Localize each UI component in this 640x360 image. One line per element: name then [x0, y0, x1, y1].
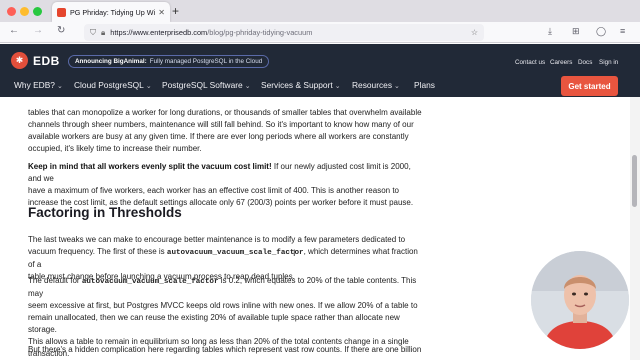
nav-postgresql-software[interactable]: PostgreSQL Software ⌄	[162, 80, 251, 90]
chevron-down-icon: ⌄	[56, 83, 63, 90]
new-tab-icon[interactable]: +	[172, 4, 179, 18]
shield-icon: ⛉	[90, 27, 96, 37]
close-tab-icon[interactable]: ✕	[158, 8, 165, 17]
docs-link[interactable]: Docs	[578, 59, 592, 66]
text-line: channels through sheer numbers, maintena…	[28, 120, 414, 129]
text-line: The last tweaks we can make to encourage…	[28, 235, 406, 244]
text-cursor-icon: I	[293, 248, 296, 258]
tab-title: PG Phriday: Tidying Up With VAC	[70, 7, 156, 17]
url-path: /blog/pg-phriday-tidying-vacuum	[207, 28, 313, 37]
logo-text: EDB	[33, 53, 60, 68]
account-icon[interactable]: ◯	[596, 26, 606, 37]
nav-services-support[interactable]: Services & Support ⌄	[261, 80, 341, 90]
text-line: Keep in mind that all workers evenly spl…	[28, 161, 424, 185]
browser-titlebar: PG Phriday: Tidying Up With VAC ✕ +	[0, 0, 640, 22]
edb-logo-icon: ✱	[11, 52, 28, 69]
chevron-down-icon: ⌄	[394, 83, 400, 90]
browser-toolbar: ← → ↻ ⛉ 🔒︎ https://www.enterprisedb.com /…	[0, 22, 640, 43]
url-host: https://www.enterprisedb.com	[110, 28, 208, 37]
nav-label: Plans	[414, 80, 435, 90]
chevron-down-icon: ⌄	[334, 83, 341, 90]
nav-cloud-postgresql[interactable]: Cloud PostgreSQL ⌄	[74, 80, 152, 90]
text-line: available workers are busy at any given …	[28, 132, 409, 141]
main-nav: Why EDB? ⌄ Cloud PostgreSQL ⌄ PostgreSQL S…	[0, 76, 640, 97]
contact-us-link[interactable]: Contact us	[515, 59, 545, 66]
code-text: autovacuum_vacuum_scale_factor	[81, 278, 219, 286]
text-line: have a maximum of five workers, each wor…	[28, 186, 399, 195]
nav-label: Why EDB?	[14, 80, 55, 90]
presenter-image	[531, 251, 629, 349]
text-line: tables that can monopolize a worker for …	[28, 108, 422, 117]
maximize-window-button[interactable]	[33, 7, 42, 16]
text-line: vacuum frequency. The first of these is …	[28, 246, 424, 271]
lock-icon: 🔒︎	[101, 27, 106, 37]
careers-link[interactable]: Careers	[550, 59, 572, 66]
nav-label: Services & Support	[261, 80, 333, 90]
nav-label: Cloud PostgreSQL	[74, 80, 144, 90]
browser-tab[interactable]: PG Phriday: Tidying Up With VAC ✕	[52, 2, 170, 22]
url-bar[interactable]: ⛉ 🔒︎ https://www.enterprisedb.com/blog/p…	[84, 24, 484, 41]
bold-text: Keep in mind that all workers evenly spl…	[28, 162, 272, 171]
chevron-down-icon: ⌄	[244, 83, 251, 90]
nav-why-edb[interactable]: Why EDB? ⌄	[14, 80, 63, 90]
sign-in-link[interactable]: Sign in	[599, 59, 618, 66]
announcement-banner[interactable]: Announcing BigAnimal: Fully managed Post…	[68, 55, 270, 68]
page-scrollbar[interactable]	[630, 97, 640, 360]
edb-logo[interactable]: ✱ EDB	[11, 52, 60, 69]
site-header: ✱ EDB Announcing BigAnimal: Fully manage…	[0, 44, 640, 76]
text-line: The default for autovacuum_vacuum_scale_…	[28, 275, 424, 300]
paragraph-cost-limit: Keep in mind that all workers evenly spl…	[28, 161, 424, 209]
text-line: remain unallocated, then we can reuse th…	[28, 313, 400, 334]
paragraph-complication: But there's a hidden complication here r…	[28, 344, 424, 356]
announce-text: Fully managed PostgreSQL in the Cloud	[149, 58, 263, 65]
code-text: autovacuum_vacuum_scale_factor	[166, 249, 304, 257]
nav-label: PostgreSQL Software	[162, 80, 243, 90]
text-line: occupied, it's likely time to increase t…	[28, 144, 202, 153]
nav-label: Resources	[352, 80, 393, 90]
minimize-window-button[interactable]	[20, 7, 29, 16]
reload-icon[interactable]: ↻	[57, 25, 65, 36]
close-window-button[interactable]	[7, 7, 16, 16]
scrollbar-thumb[interactable]	[632, 155, 637, 207]
bookmark-star-icon[interactable]: ☆	[471, 28, 478, 37]
announce-bold: Announcing BigAnimal:	[75, 58, 147, 65]
paragraph-workers: tables that can monopolize a worker for …	[28, 107, 424, 155]
text-line: But there's a hidden complication here r…	[28, 345, 422, 354]
text-span: vacuum frequency. The first of these is	[28, 247, 167, 256]
webcam-overlay	[531, 251, 629, 349]
get-started-button[interactable]: Get started	[561, 76, 618, 96]
back-icon[interactable]: ←	[9, 25, 19, 36]
nav-resources[interactable]: Resources ⌄	[352, 80, 400, 90]
section-heading: Factoring in Thresholds	[28, 205, 182, 220]
download-icon[interactable]: ⤓	[548, 26, 552, 37]
text-line: seem excessive at first, but Postgres MV…	[28, 301, 418, 310]
extensions-icon[interactable]: ⊞	[572, 26, 580, 37]
chevron-down-icon: ⌄	[145, 83, 152, 90]
forward-icon[interactable]: →	[33, 25, 43, 36]
text-span: The default for	[28, 276, 82, 285]
menu-icon[interactable]: ≡	[620, 26, 625, 36]
edb-favicon-icon	[57, 7, 66, 17]
nav-plans[interactable]: Plans	[414, 80, 435, 90]
